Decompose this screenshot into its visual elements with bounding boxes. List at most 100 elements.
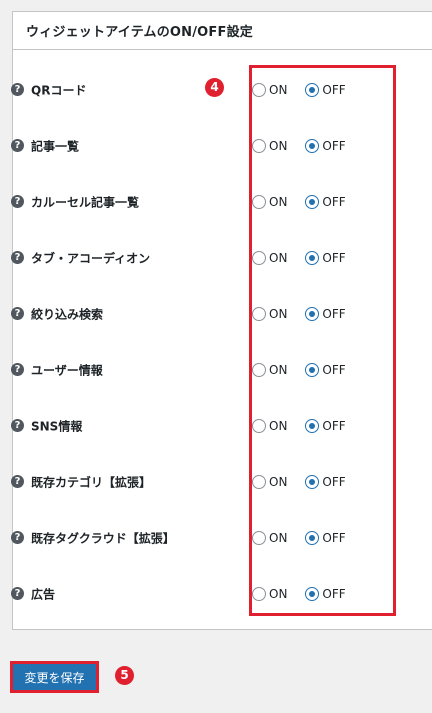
radio-off[interactable]: OFF: [305, 307, 346, 321]
setting-label: タブ・アコーディオン: [31, 251, 151, 266]
radio-on-circle[interactable]: [252, 251, 266, 265]
radio-on-circle[interactable]: [252, 531, 266, 545]
radio-off[interactable]: OFF: [305, 251, 346, 265]
setting-row: ? ユーザー情報 ON OFF: [0, 358, 420, 382]
setting-label: 絞り込み検索: [31, 307, 104, 322]
on-off-radio-group: ON OFF: [252, 358, 346, 382]
help-icon[interactable]: ?: [11, 195, 24, 208]
help-icon[interactable]: ?: [11, 419, 24, 432]
on-off-radio-group: ON OFF: [252, 414, 346, 438]
radio-on-label: ON: [269, 139, 288, 153]
radio-on-label: ON: [269, 195, 288, 209]
radio-on-circle[interactable]: [252, 83, 266, 97]
radio-off-label: OFF: [322, 251, 346, 265]
radio-on[interactable]: ON: [252, 251, 287, 265]
help-icon[interactable]: ?: [11, 475, 24, 488]
setting-label: 既存タグクラウド【拡張】: [31, 531, 175, 546]
radio-off[interactable]: OFF: [305, 195, 346, 209]
on-off-radio-group: ON OFF: [252, 190, 346, 214]
annotation-badge-5: 5: [115, 666, 134, 685]
radio-off-circle[interactable]: [305, 83, 320, 97]
on-off-radio-group: ON OFF: [252, 134, 346, 158]
help-icon[interactable]: ?: [11, 363, 24, 376]
radio-on[interactable]: ON: [252, 195, 287, 209]
radio-off[interactable]: OFF: [305, 139, 346, 153]
setting-label: 記事一覧: [31, 139, 80, 154]
radio-on-label: ON: [269, 83, 288, 97]
radio-off[interactable]: OFF: [305, 363, 346, 377]
radio-off-label: OFF: [322, 531, 346, 545]
radio-on-label: ON: [269, 363, 288, 377]
radio-off-circle[interactable]: [305, 195, 320, 209]
radio-off-circle[interactable]: [305, 251, 320, 265]
radio-on-label: ON: [269, 475, 288, 489]
annotation-badge-4: 4: [205, 78, 224, 97]
on-off-radio-group: ON OFF: [252, 78, 346, 102]
setting-row: ? 既存タグクラウド【拡張】 ON OFF: [0, 526, 420, 550]
radio-off[interactable]: OFF: [305, 419, 346, 433]
radio-off-circle[interactable]: [305, 587, 320, 601]
radio-on-label: ON: [269, 307, 288, 321]
radio-off-circle[interactable]: [305, 419, 320, 433]
radio-off-label: OFF: [322, 419, 346, 433]
radio-off-circle[interactable]: [305, 139, 320, 153]
setting-label: 広告: [31, 587, 56, 602]
radio-on[interactable]: ON: [252, 475, 287, 489]
setting-row: ? カルーセル記事一覧 ON OFF: [0, 190, 420, 214]
radio-on-label: ON: [269, 587, 288, 601]
radio-on-label: ON: [269, 251, 288, 265]
radio-off-label: OFF: [322, 307, 346, 321]
help-icon[interactable]: ?: [11, 307, 24, 320]
setting-row: ? 既存カテゴリ【拡張】 ON OFF: [0, 470, 420, 494]
help-icon[interactable]: ?: [11, 587, 24, 600]
setting-row: ? タブ・アコーディオン ON OFF: [0, 246, 420, 270]
radio-on[interactable]: ON: [252, 587, 287, 601]
radio-off-circle[interactable]: [305, 475, 320, 489]
radio-on-label: ON: [269, 419, 288, 433]
radio-off[interactable]: OFF: [305, 83, 346, 97]
setting-row: ? 広告 ON OFF: [0, 582, 420, 606]
setting-label: カルーセル記事一覧: [31, 195, 140, 210]
radio-on-circle[interactable]: [252, 195, 266, 209]
setting-row: ? 絞り込み検索 ON OFF: [0, 302, 420, 326]
radio-on[interactable]: ON: [252, 139, 287, 153]
setting-row: ? 記事一覧 ON OFF: [0, 134, 420, 158]
radio-on[interactable]: ON: [252, 531, 287, 545]
radio-off[interactable]: OFF: [305, 531, 346, 545]
radio-off-label: OFF: [322, 139, 346, 153]
radio-off-label: OFF: [322, 475, 346, 489]
radio-off-label: OFF: [322, 83, 346, 97]
radio-off-circle[interactable]: [305, 531, 320, 545]
radio-off-label: OFF: [322, 363, 346, 377]
on-off-radio-group: ON OFF: [252, 470, 346, 494]
radio-on[interactable]: ON: [252, 419, 287, 433]
radio-on[interactable]: ON: [252, 363, 287, 377]
radio-off-circle[interactable]: [305, 363, 320, 377]
on-off-radio-group: ON OFF: [252, 246, 346, 270]
radio-on[interactable]: ON: [252, 307, 287, 321]
setting-label: ユーザー情報: [31, 363, 103, 378]
setting-label: SNS情報: [31, 419, 83, 434]
radio-on-circle[interactable]: [252, 139, 266, 153]
help-icon[interactable]: ?: [11, 531, 24, 544]
radio-on[interactable]: ON: [252, 83, 287, 97]
radio-off-label: OFF: [322, 587, 346, 601]
help-icon[interactable]: ?: [11, 139, 24, 152]
panel-header: ウィジェットアイテムのON/OFF設定: [13, 12, 432, 50]
radio-off-circle[interactable]: [305, 307, 320, 321]
setting-label: QRコード: [31, 83, 87, 98]
help-icon[interactable]: ?: [11, 251, 24, 264]
on-off-radio-group: ON OFF: [252, 526, 346, 550]
radio-on-circle[interactable]: [252, 363, 266, 377]
radio-on-circle[interactable]: [252, 307, 266, 321]
radio-off[interactable]: OFF: [305, 475, 346, 489]
radio-on-circle[interactable]: [252, 419, 266, 433]
panel-title: ウィジェットアイテムのON/OFF設定: [26, 25, 253, 40]
setting-label: 既存カテゴリ【拡張】: [31, 475, 152, 490]
help-icon[interactable]: ?: [11, 83, 24, 96]
radio-off[interactable]: OFF: [305, 587, 346, 601]
save-changes-button[interactable]: 変更を保存: [10, 661, 99, 693]
on-off-radio-group: ON OFF: [252, 302, 346, 326]
radio-on-circle[interactable]: [252, 587, 266, 601]
radio-on-circle[interactable]: [252, 475, 266, 489]
